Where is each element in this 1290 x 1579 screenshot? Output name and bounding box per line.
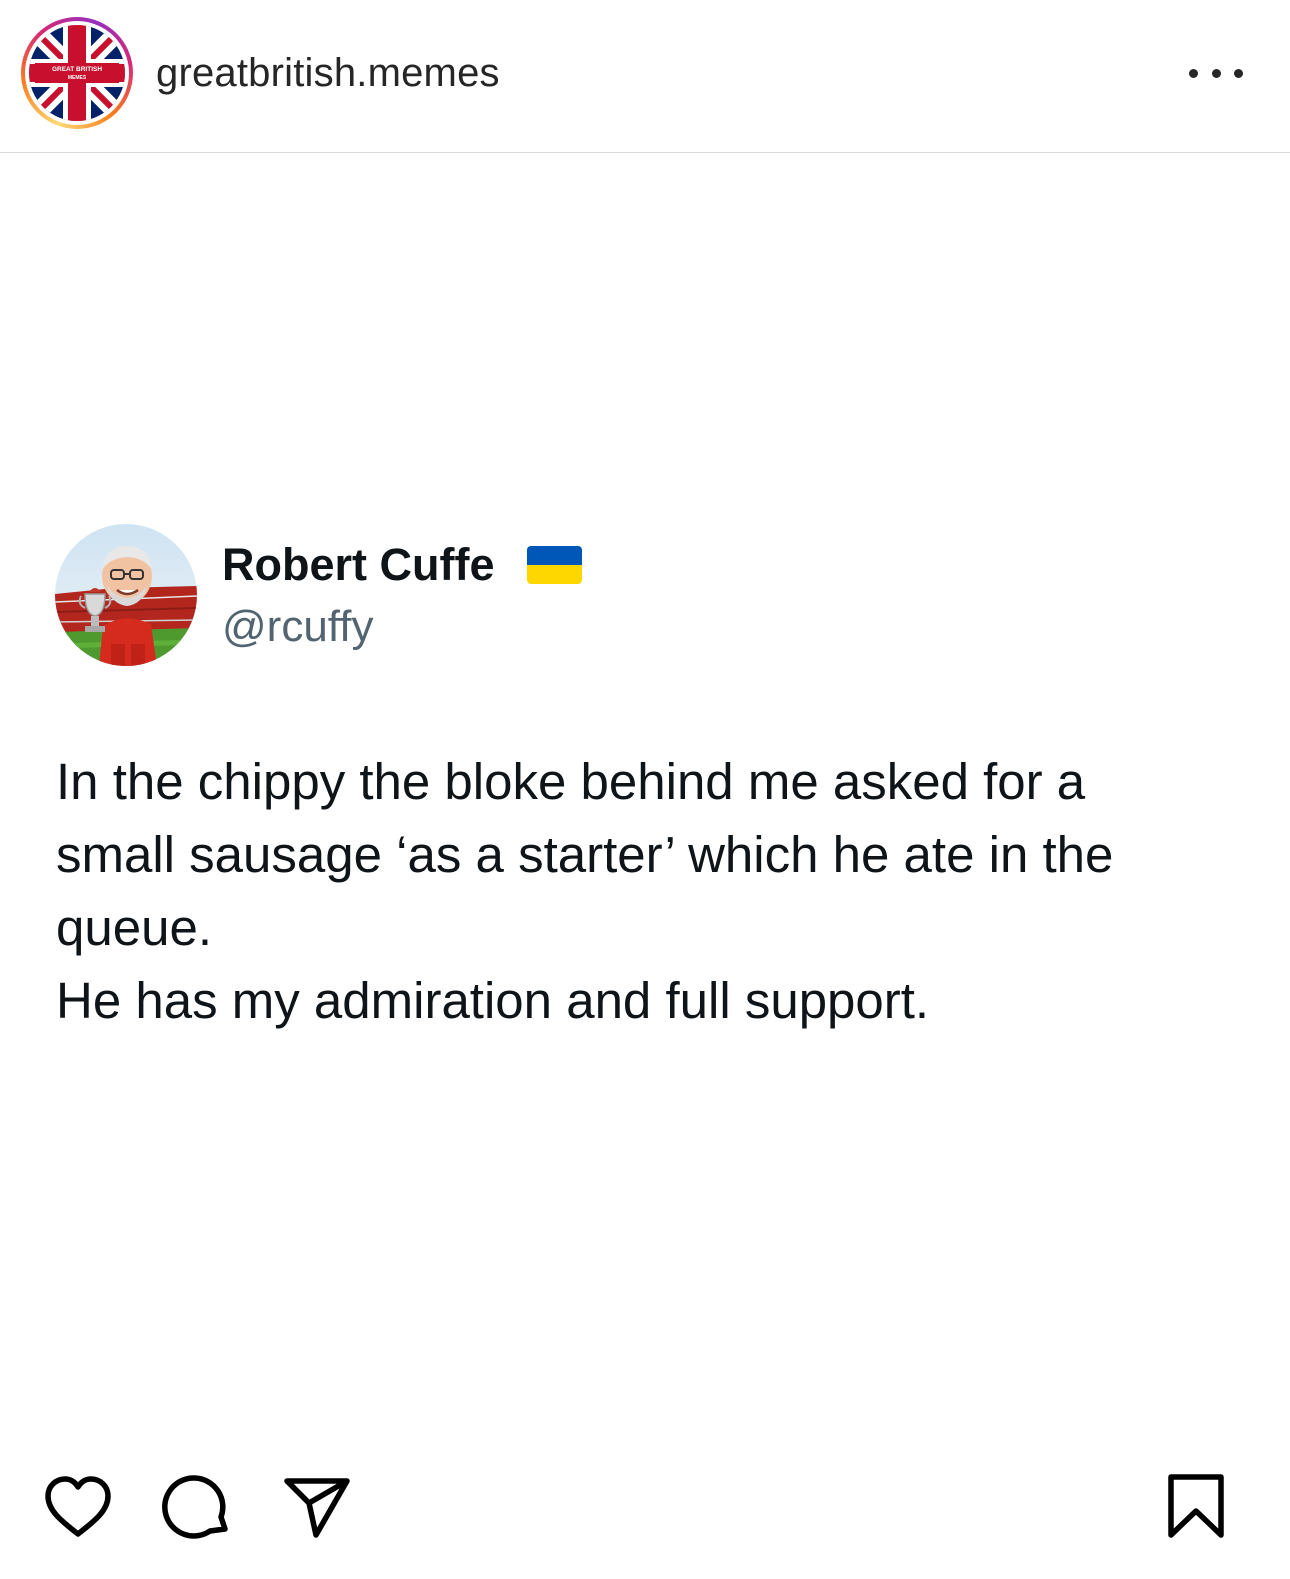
- caricature-avatar-image: [55, 524, 197, 666]
- tweet-text-line: queue.: [56, 899, 212, 956]
- tweet-text: In the chippy the bloke behind me asked …: [56, 745, 1246, 1037]
- flag-yellow-stripe: [527, 565, 582, 584]
- avatar-inner: GREAT BRITISH MEMES: [25, 21, 129, 125]
- post-header: GREAT BRITISH MEMES greatbritish.memes: [0, 0, 1290, 153]
- more-options-button[interactable]: [1186, 56, 1246, 90]
- account-name[interactable]: greatbritish.memes: [156, 47, 500, 99]
- save-button[interactable]: [1158, 1468, 1234, 1544]
- logo-text-line2: MEMES: [68, 75, 87, 81]
- logo-text-line1: GREAT BRITISH: [52, 66, 102, 73]
- send-icon: [284, 1478, 350, 1538]
- tweet-display-name: Robert Cuffe: [222, 539, 495, 590]
- tweet-text-line: In the chippy the bloke behind me asked …: [56, 753, 1086, 810]
- tweet-text-line: He has my admiration and full support.: [56, 972, 930, 1029]
- share-button[interactable]: [278, 1468, 354, 1544]
- more-horizontal-icon: [1189, 68, 1198, 78]
- comment-button[interactable]: [160, 1470, 236, 1546]
- like-button[interactable]: [40, 1470, 116, 1546]
- ukraine-flag-icon: [527, 546, 582, 584]
- union-jack-logo: GREAT BRITISH MEMES: [29, 25, 125, 121]
- comment-icon: [162, 1475, 228, 1539]
- tweet-text-line: small sausage ‘as a starter’ which he at…: [56, 826, 1114, 883]
- account-avatar[interactable]: GREAT BRITISH MEMES: [21, 17, 133, 129]
- tweet-author-avatar: [55, 524, 197, 666]
- heart-icon: [45, 1476, 111, 1537]
- flag-blue-stripe: [527, 546, 582, 565]
- more-dot: [1211, 68, 1221, 78]
- more-dot: [1234, 68, 1243, 78]
- bookmark-icon: [1168, 1474, 1224, 1538]
- tweet-handle: @rcuffy: [222, 602, 374, 651]
